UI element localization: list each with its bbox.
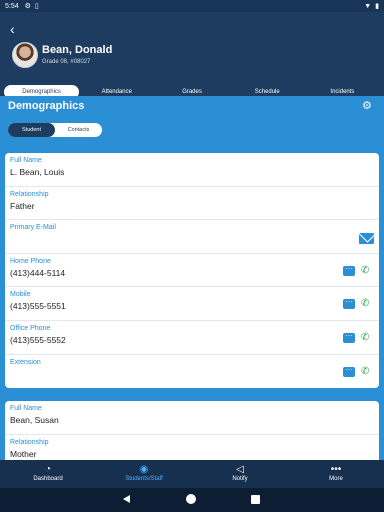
segment-control: Student Contacts (8, 123, 102, 137)
field-full-name: Full Name L. Bean, Louis (5, 153, 379, 187)
student-name: Bean, Donald (42, 44, 113, 56)
field-label: Relationship (10, 190, 49, 198)
field-extension: Extension ✆ (5, 355, 379, 389)
field-label: Office Phone (10, 324, 51, 332)
nav-label: More (329, 476, 343, 482)
bottom-nav: ◔ Dashboard ◉ Students/Staff ◁ Notify ••… (0, 460, 384, 488)
wifi-icon: ▼ (364, 2, 372, 10)
student-avatar (12, 42, 38, 68)
nav-students-staff[interactable]: ◉ Students/Staff (96, 460, 192, 488)
field-label: Home Phone (10, 257, 51, 265)
sim-status-icon: ▯ (34, 3, 39, 10)
field-value: (413)555-5551 (10, 301, 66, 312)
battery-icon: ▮ (375, 3, 379, 10)
system-back-icon[interactable] (123, 495, 130, 503)
message-icon[interactable] (343, 297, 355, 310)
contact-card: Full Name L. Bean, Louis Relationship Fa… (5, 153, 379, 388)
dashboard-icon: ◔ (44, 464, 52, 475)
gear-icon[interactable]: ⚙ (362, 100, 374, 112)
field-home-phone: Home Phone (413)444-5114 ✆ (5, 254, 379, 288)
field-label: Primary E-Mail (10, 224, 56, 232)
phone-icon[interactable]: ✆ (361, 332, 371, 343)
student-grade-id: Grade 08, #08027 (42, 59, 91, 65)
field-value: (413)444-5114 (10, 267, 66, 278)
field-value: L. Bean, Louis (10, 167, 65, 177)
segment-contacts[interactable]: Contacts (55, 123, 102, 137)
page-title: Demographics (8, 100, 85, 112)
field-primary-email: Primary E-Mail (5, 220, 379, 254)
email-icon[interactable] (359, 233, 374, 245)
field-label: Full Name (10, 157, 42, 164)
field-value: Bean, Susan (10, 415, 59, 425)
status-time: 5:54 (5, 2, 19, 10)
nav-dashboard[interactable]: ◔ Dashboard (0, 460, 96, 488)
search-people-icon: ◉ (139, 464, 149, 475)
student-header: ‹ Bean, Donald Grade 08, #08027 Demograp… (0, 12, 384, 99)
field-label: Extension (10, 358, 41, 366)
field-relationship: Relationship Mother (5, 435, 379, 460)
more-dots-icon: ••• (330, 464, 342, 475)
nav-label: Students/Staff (125, 476, 163, 482)
system-recents-icon[interactable] (251, 495, 260, 504)
message-icon[interactable] (343, 365, 355, 377)
field-mobile: Mobile (413)555-5551 ✆ (5, 287, 379, 321)
nav-notify[interactable]: ◁ Notify (192, 460, 288, 488)
field-value: Mother (10, 448, 37, 459)
back-arrow-icon[interactable]: ‹ (10, 22, 24, 36)
field-relationship: Relationship Father (5, 187, 379, 221)
status-bar: 5:54 ⚙ ▯ ▼ ▮ (0, 0, 384, 12)
field-full-name: Full Name Bean, Susan (5, 401, 379, 435)
nav-label: Dashboard (33, 476, 63, 482)
message-icon[interactable] (343, 331, 355, 343)
demographics-panel: Demographics ⚙ Student Contacts Full Nam… (0, 96, 384, 460)
phone-icon[interactable]: ✆ (361, 299, 371, 309)
field-label: Full Name (10, 405, 42, 412)
system-home-icon[interactable] (186, 494, 196, 504)
megaphone-icon: ◁ (236, 464, 244, 475)
message-icon[interactable] (343, 264, 355, 276)
nav-more[interactable]: ••• More (288, 460, 384, 488)
segment-student[interactable]: Student (8, 123, 55, 137)
field-office-phone: Office Phone (413)555-5552 ✆ (5, 321, 379, 355)
phone-icon[interactable]: ✆ (361, 265, 371, 276)
system-nav-bar (0, 488, 384, 512)
field-value: Father (10, 200, 35, 211)
field-label: Mobile (10, 291, 31, 299)
phone-icon[interactable]: ✆ (361, 366, 371, 377)
settings-status-icon: ⚙ (24, 3, 31, 10)
nav-label: Notify (232, 476, 248, 482)
field-value: (413)555-5552 (10, 334, 66, 345)
contact-card: Full Name Bean, Susan Relationship Mothe… (5, 401, 379, 460)
field-label: Relationship (10, 438, 49, 446)
